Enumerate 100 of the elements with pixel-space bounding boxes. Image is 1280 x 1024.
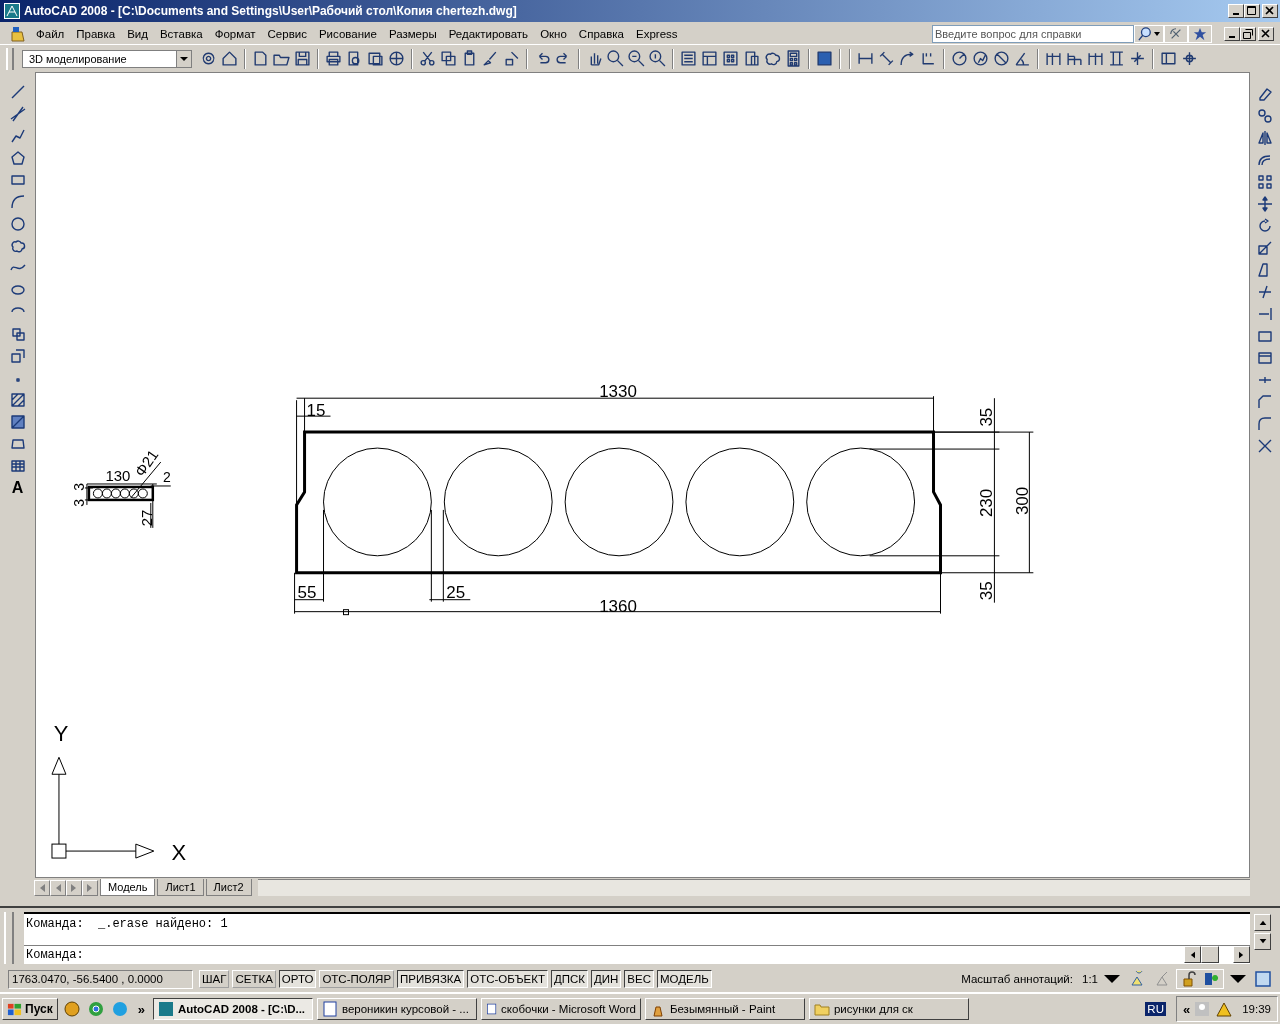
lock-icon[interactable] [1181, 971, 1197, 987]
sheets-icon[interactable] [743, 50, 760, 67]
diameter-dimension-icon[interactable] [993, 50, 1010, 67]
layout-tab[interactable]: Лист1 [157, 879, 204, 896]
line-icon[interactable] [9, 84, 26, 100]
menu-item[interactable]: Вставка [153, 28, 209, 40]
scroll-right-button[interactable] [1233, 946, 1250, 963]
menu-item[interactable]: Правка [70, 28, 122, 40]
dimension-space-icon[interactable] [1108, 50, 1125, 67]
ordinate-dimension-icon[interactable] [920, 50, 937, 67]
layout-tab[interactable]: Лист2 [205, 879, 252, 896]
taskbar-button[interactable]: скобочки - Microsoft Word [480, 998, 641, 1020]
minimize-button[interactable] [1224, 27, 1240, 41]
status-toggle[interactable]: ДИН [591, 970, 622, 988]
quick-dimension-icon[interactable] [1045, 50, 1062, 67]
annotation-scale-dropdown[interactable]: 1:1 [1082, 973, 1098, 985]
house-icon[interactable] [221, 50, 238, 67]
construction-line-icon[interactable] [9, 106, 26, 122]
tolerance-icon[interactable] [1160, 50, 1177, 67]
workspace-dropdown[interactable]: 3D моделирование [22, 49, 192, 68]
menu-item[interactable]: Размеры [382, 28, 443, 40]
new-file-icon[interactable] [252, 50, 269, 67]
properties-icon[interactable] [680, 50, 697, 67]
menu-item[interactable]: Сервис [261, 28, 313, 40]
horizontal-scrollbar[interactable] [257, 879, 1250, 896]
toolbar-grip[interactable] [6, 47, 14, 70]
status-toggle[interactable]: ОРТО [278, 970, 317, 988]
quick-launch-icon[interactable] [63, 1001, 80, 1017]
offset-icon[interactable] [1257, 152, 1273, 168]
aligned-dimension-icon[interactable] [878, 50, 895, 67]
favorites-button[interactable] [1188, 25, 1212, 43]
warning-icon[interactable] [1216, 1001, 1233, 1017]
extend-icon[interactable] [1257, 306, 1273, 322]
layout-tab[interactable]: Модель [100, 879, 156, 896]
status-toggle[interactable]: ВЕС [624, 970, 654, 988]
zoom-icon[interactable] [628, 50, 645, 67]
status-toggle[interactable]: ОТС-ОБЪЕКТ [467, 970, 548, 988]
copy-object-icon[interactable] [1257, 108, 1273, 124]
linear-dimension-icon[interactable] [857, 50, 874, 67]
status-toggle[interactable]: ОТС-ПОЛЯР [319, 970, 395, 988]
menu-item[interactable]: Окно [534, 28, 573, 40]
zoom-icon[interactable] [649, 50, 666, 67]
eraser-icon[interactable] [1257, 86, 1273, 102]
rotate-icon[interactable] [1257, 218, 1273, 234]
jogged-dimension-icon[interactable] [972, 50, 989, 67]
chamfer-icon[interactable] [1257, 394, 1273, 410]
quick-launch-more[interactable]: » [137, 1001, 145, 1017]
language-indicator[interactable]: RU [1145, 1002, 1166, 1016]
status-toggle[interactable]: ШАГ [199, 970, 230, 988]
zoom-icon[interactable] [607, 50, 624, 67]
browser-icon[interactable] [87, 1001, 104, 1017]
tab-scroll-button[interactable] [82, 880, 98, 896]
restore-button[interactable] [1240, 27, 1256, 41]
insert-block-icon[interactable] [9, 326, 26, 342]
region-icon[interactable] [9, 436, 26, 452]
arc-icon[interactable] [9, 194, 26, 210]
center-mark-icon[interactable] [1181, 50, 1198, 67]
rectangle-icon[interactable] [9, 172, 26, 188]
taskbar-button[interactable]: Безымянный - Paint [644, 998, 805, 1020]
radius-dimension-icon[interactable] [951, 50, 968, 67]
table-icon[interactable] [9, 458, 26, 474]
close-button[interactable] [1262, 4, 1278, 18]
menu-item[interactable]: Рисование [312, 28, 383, 40]
taskbar-button[interactable]: рисунки для ск [808, 998, 969, 1020]
copy-icon[interactable] [440, 50, 457, 67]
explode-icon[interactable] [1257, 438, 1273, 454]
tab-scroll-button[interactable] [50, 880, 66, 896]
coordinates-readout[interactable]: 1763.0470, -56.5400 , 0.0000 [8, 969, 193, 989]
calculator-icon[interactable] [785, 50, 802, 67]
command-prompt[interactable]: Команда: [26, 948, 84, 962]
globe-icon[interactable] [388, 50, 405, 67]
brush-icon[interactable] [482, 50, 499, 67]
hatch-icon[interactable] [9, 392, 26, 408]
status-toggle[interactable]: СЕТКА [232, 970, 276, 988]
tab-scroll-button[interactable] [66, 880, 82, 896]
taskbar-button[interactable]: вероникин курсовой - ... [316, 998, 477, 1020]
status-toggle[interactable]: МОДЕЛЬ [657, 970, 712, 988]
status-toggle[interactable]: ДПСК [550, 970, 588, 988]
scroll-left-button[interactable] [1184, 946, 1201, 963]
close-button[interactable] [1258, 27, 1274, 41]
document-icon[interactable] [10, 26, 26, 42]
minimize-button[interactable] [1228, 4, 1244, 18]
scale-icon[interactable] [1257, 240, 1273, 256]
mirror-icon[interactable] [1257, 130, 1273, 146]
menu-item[interactable]: Файл [30, 28, 71, 40]
scissors-icon[interactable] [419, 50, 436, 67]
array-icon[interactable] [1257, 174, 1273, 190]
polyline-icon[interactable] [9, 128, 26, 144]
continue-dimension-icon[interactable] [1087, 50, 1104, 67]
menu-item[interactable]: Редактировать [442, 28, 535, 40]
scrollbar-thumb[interactable] [1201, 946, 1219, 963]
search-button[interactable] [1134, 25, 1164, 43]
move-icon[interactable] [1257, 196, 1273, 212]
make-block-icon[interactable] [9, 348, 26, 364]
cloud-icon[interactable] [764, 50, 781, 67]
cloud-icon[interactable] [9, 238, 26, 254]
menu-item[interactable]: Вид [121, 28, 154, 40]
printer-icon[interactable] [325, 50, 342, 67]
tray-expand-button[interactable]: « [1183, 1001, 1191, 1017]
rectangle-icon[interactable] [1257, 328, 1273, 344]
